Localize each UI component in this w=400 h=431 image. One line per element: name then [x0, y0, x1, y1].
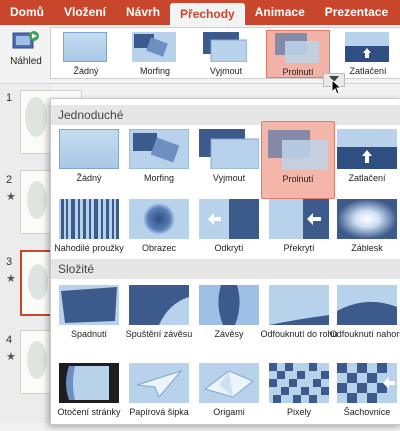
transition-star-icon: ★: [6, 191, 16, 203]
transition-drape[interactable]: Spuštění závěsu: [123, 281, 195, 353]
transition-push[interactable]: Zatlačení: [331, 125, 400, 197]
transition-fall-over[interactable]: Spadnutí: [53, 281, 125, 353]
slide-artwork: [27, 341, 47, 379]
transitions-gallery-dropdown: Jednoduché Žádný Morfing Vyjmout Prolnut…: [50, 98, 400, 425]
transition-flash-thumbnail: [337, 199, 397, 239]
preview-button[interactable]: Náhled: [4, 28, 48, 67]
section-header-simple: Jednoduché: [51, 105, 400, 125]
slide-thumbnail-pane: 1 2 ★ 3 ★ 4 ★: [0, 84, 84, 423]
transition-star-icon: ★: [6, 273, 16, 285]
transition-none[interactable]: Žádný: [53, 125, 125, 197]
transition-fade-thumbnail: [275, 33, 319, 63]
slide-artwork: [28, 264, 48, 300]
transition-label: Šachovnice: [343, 407, 391, 417]
transition-dissolve[interactable]: Pixely: [263, 359, 335, 431]
transition-uncover-thumbnail: [199, 199, 259, 239]
transition-morph-thumbnail: [128, 128, 190, 170]
transition-label: Prolnutí: [282, 67, 314, 77]
transition-label: Zatlačení: [349, 66, 387, 76]
ribbon-transition-push[interactable]: Zatlačení: [337, 30, 399, 76]
transition-page-curl[interactable]: Otočení stránky: [53, 359, 125, 431]
slide-number: 3: [6, 256, 13, 268]
transition-origami[interactable]: Origami: [193, 359, 265, 431]
transition-cover[interactable]: Překrytí: [263, 195, 335, 267]
slide-number: 2: [6, 174, 13, 186]
transition-checkerboard-thumbnail: [337, 363, 397, 403]
transition-morph[interactable]: Morfing: [123, 125, 195, 197]
transition-label: Žádný: [73, 66, 99, 76]
ribbon-transition-gallery: Žádný Morfing Vyjmout Prolnutí Zatlačení: [50, 27, 400, 79]
slide-number: 1: [6, 92, 13, 104]
preview-label: Náhled: [10, 56, 42, 67]
tab-home[interactable]: Domů: [0, 0, 54, 25]
transition-airplane-thumbnail: [129, 363, 189, 403]
transition-wind-up[interactable]: Odfouknutí nahoru: [330, 281, 400, 353]
tab-slideshow[interactable]: Prezentace: [315, 0, 398, 25]
transition-label: Záblesk: [351, 243, 383, 253]
transition-random-bars-thumbnail: [59, 199, 119, 239]
transition-checkerboard[interactable]: Šachovnice: [331, 359, 400, 431]
tab-design[interactable]: Návrh: [116, 0, 170, 25]
transition-random-bars[interactable]: Nahodilé proužky: [53, 195, 125, 267]
slide-number: 4: [6, 334, 13, 346]
transition-label: Morfing: [139, 66, 170, 76]
transition-flash[interactable]: Záblesk: [331, 195, 400, 267]
transition-cut-thumbnail: [203, 32, 248, 63]
section-header-exciting: Složité: [51, 259, 400, 279]
transition-label: Zatlačení: [348, 173, 386, 183]
transition-airplane[interactable]: Papírová šipka: [123, 359, 195, 431]
transition-page-curl-thumbnail: [59, 363, 119, 403]
transition-wind-corner-thumbnail: [269, 285, 329, 325]
transition-wind-corner[interactable]: Odfouknutí do rohu: [260, 281, 338, 353]
slide-artwork: [27, 181, 47, 219]
transition-uncover[interactable]: Odkrytí: [193, 195, 265, 267]
transition-morph-thumbnail: [132, 32, 176, 62]
ribbon-transition-fade[interactable]: Prolnutí: [266, 30, 330, 78]
transition-drape-thumbnail: [129, 285, 189, 325]
ribbon-transition-cut[interactable]: Vyjmout: [195, 30, 257, 76]
transition-origami-thumbnail: [199, 363, 259, 403]
transition-star-icon: ★: [6, 351, 16, 363]
mouse-cursor-icon: [331, 79, 343, 95]
transition-cut-thumbnail: [199, 129, 260, 170]
preview-icon: [12, 30, 40, 52]
transition-label: Vyjmout: [209, 66, 243, 76]
transition-push-thumbnail: [337, 129, 397, 169]
tab-insert[interactable]: Vložení: [54, 0, 116, 25]
ribbon-tab-bar: Domů Vložení Návrh Přechody Animace Prez…: [0, 0, 400, 25]
transition-fade[interactable]: Prolnutí: [261, 121, 335, 199]
transition-shape-thumbnail: [129, 199, 189, 239]
transition-fall-over-thumbnail: [59, 285, 119, 325]
slide-artwork: [25, 97, 47, 137]
transition-curtains[interactable]: Závěsy: [193, 281, 265, 353]
transition-push-thumbnail: [345, 32, 389, 62]
tab-transitions[interactable]: Přechody: [170, 3, 245, 25]
transition-shape[interactable]: Obrazec: [123, 195, 195, 267]
transition-fade-thumbnail: [268, 130, 328, 170]
transition-wind-up-thumbnail: [337, 285, 397, 325]
ribbon-transition-morph[interactable]: Morfing: [124, 30, 186, 76]
transition-label: Odfouknutí nahoru: [329, 329, 400, 339]
transition-curtains-thumbnail: [199, 285, 259, 325]
transition-cut[interactable]: Vyjmout: [193, 125, 265, 197]
transition-cover-thumbnail: [269, 199, 329, 239]
transition-none-thumbnail: [59, 129, 119, 169]
tab-animations[interactable]: Animace: [245, 0, 315, 25]
transition-dissolve-thumbnail: [269, 363, 329, 403]
ribbon-transition-none[interactable]: Žádný: [55, 30, 117, 76]
transition-none-thumbnail: [63, 32, 107, 62]
